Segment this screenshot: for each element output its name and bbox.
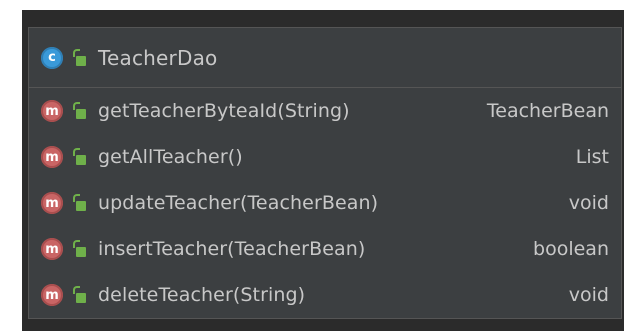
method-row[interactable]: m updateTeacher(TeacherBean) void xyxy=(29,180,621,226)
class-header[interactable]: c TeacherDao xyxy=(29,28,621,88)
public-lock-icon xyxy=(72,239,86,259)
method-row[interactable]: m getAllTeacher() List xyxy=(29,134,621,180)
method-icon: m xyxy=(41,192,63,214)
public-lock-icon xyxy=(72,48,86,68)
method-icon: m xyxy=(41,146,63,168)
public-lock-icon xyxy=(72,193,86,213)
method-signature: deleteTeacher(String) xyxy=(98,284,306,306)
method-return-type: void xyxy=(568,284,609,306)
method-icon: m xyxy=(41,284,63,306)
method-signature: updateTeacher(TeacherBean) xyxy=(98,192,379,214)
diagram-canvas: c TeacherDao m getTeacherByteaId(String)… xyxy=(0,0,624,331)
method-row[interactable]: m insertTeacher(TeacherBean) boolean xyxy=(29,226,621,272)
method-return-type: List xyxy=(575,146,609,168)
class-node-teacherdao[interactable]: c TeacherDao m getTeacherByteaId(String)… xyxy=(28,27,622,319)
class-icon: c xyxy=(41,46,63,69)
method-signature: getTeacherByteaId(String) xyxy=(98,100,350,122)
public-lock-icon xyxy=(72,285,86,305)
method-row[interactable]: m getTeacherByteaId(String) TeacherBean xyxy=(29,88,621,134)
public-lock-icon xyxy=(72,101,86,121)
method-signature: getAllTeacher() xyxy=(98,146,243,168)
method-signature: insertTeacher(TeacherBean) xyxy=(98,238,366,260)
method-icon: m xyxy=(41,100,63,122)
method-list: m getTeacherByteaId(String) TeacherBean … xyxy=(29,88,621,318)
method-return-type: TeacherBean xyxy=(486,100,609,122)
method-row[interactable]: m deleteTeacher(String) void xyxy=(29,272,621,318)
public-lock-icon xyxy=(72,147,86,167)
method-return-type: boolean xyxy=(533,238,609,260)
method-return-type: void xyxy=(568,192,609,214)
method-icon: m xyxy=(41,238,63,260)
class-name: TeacherDao xyxy=(98,45,218,70)
